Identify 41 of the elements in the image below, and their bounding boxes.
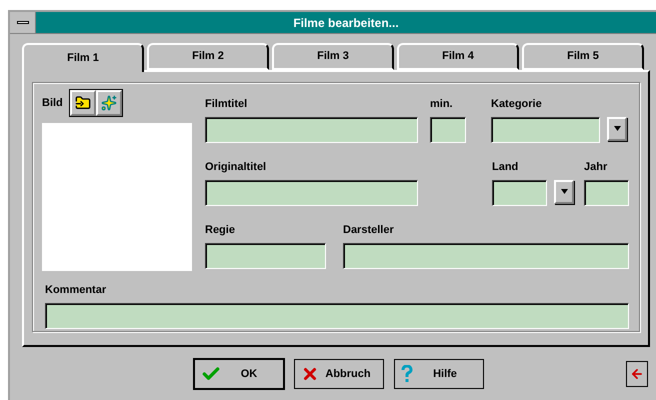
back-button[interactable] — [626, 361, 648, 387]
dropdown-button[interactable] — [554, 180, 574, 204]
field-label: Regie — [205, 223, 236, 238]
caret-icon — [614, 126, 620, 132]
tab[interactable]: Film 4 — [397, 43, 519, 70]
tab[interactable]: Film 5 — [522, 43, 644, 70]
field-label: Originaltitel — [205, 160, 268, 175]
input-field[interactable] — [430, 117, 466, 143]
image-label: Bild — [42, 96, 63, 111]
dialog-button[interactable]: Abbruch — [294, 359, 384, 389]
dialog-button[interactable]: Hilfe — [394, 359, 484, 389]
folder-icon — [74, 95, 91, 111]
field-label: Kategorie — [491, 97, 543, 112]
window-title: Filme bearbeiten... — [36, 12, 656, 33]
input-field[interactable] — [205, 243, 326, 269]
field-label: Darsteller — [343, 223, 395, 238]
combo-field[interactable] — [492, 180, 547, 206]
caret-icon — [560, 189, 568, 195]
tab[interactable]: Film 1 — [22, 43, 144, 72]
input-field[interactable] — [584, 180, 629, 206]
input-field[interactable] — [205, 180, 418, 206]
dropdown-button[interactable] — [607, 117, 627, 141]
arrow-icon — [630, 367, 644, 381]
minus-icon — [16, 21, 28, 24]
clear-image-button[interactable] — [96, 90, 122, 116]
input-field[interactable] — [45, 303, 629, 329]
combo-field[interactable] — [491, 117, 600, 143]
sparkle-icon — [100, 95, 117, 111]
input-field[interactable] — [205, 117, 418, 143]
tab[interactable]: Film 2 — [147, 43, 269, 70]
dialog-button[interactable]: OK — [194, 359, 284, 389]
question-icon — [401, 365, 413, 383]
field-label: Land — [492, 160, 520, 175]
field-label: Filmtitel — [205, 97, 248, 112]
input-field[interactable] — [343, 243, 629, 269]
cross-icon — [301, 365, 319, 383]
load-image-button[interactable] — [70, 90, 96, 116]
field-label: Jahr — [584, 160, 608, 175]
tab[interactable]: Film 3 — [272, 43, 394, 70]
field-label: Kommentar — [45, 283, 108, 298]
field-label: min. — [430, 97, 454, 112]
